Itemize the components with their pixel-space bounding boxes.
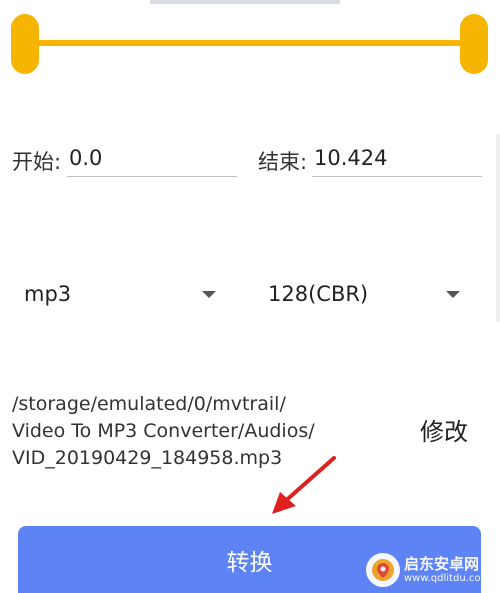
dropdown-arrow-icon	[202, 290, 216, 298]
slider-start-handle[interactable]	[11, 14, 39, 74]
format-select-value: mp3	[24, 282, 72, 306]
start-label: 开始:	[12, 150, 62, 174]
bitrate-select-value: 128(CBR)	[268, 282, 369, 306]
annotation-arrow-icon	[272, 456, 336, 514]
format-select[interactable]: mp3	[24, 274, 220, 314]
trim-range-slider[interactable]	[0, 0, 500, 90]
watermark-logo-icon	[366, 553, 400, 587]
dropdown-arrow-icon	[446, 290, 460, 298]
slider-end-handle[interactable]	[460, 14, 488, 74]
watermark-url: www.qdlitdu.com	[404, 572, 491, 584]
modify-path-button[interactable]: 修改	[420, 412, 468, 447]
bitrate-select[interactable]: 128(CBR)	[268, 274, 464, 314]
output-path-line: Video To MP3 Converter/Audios/	[12, 420, 315, 442]
watermark-name: 启东安卓网	[404, 555, 480, 574]
end-time-input[interactable]	[312, 140, 482, 177]
start-time-input[interactable]	[67, 140, 237, 177]
scrollbar[interactable]	[496, 134, 500, 322]
end-label: 结束:	[258, 150, 308, 174]
site-watermark: 启东安卓网 www.qdlitdu.com	[366, 548, 498, 592]
slider-track[interactable]	[28, 40, 480, 46]
output-path-line: /storage/emulated/0/mvtrail/	[12, 393, 286, 415]
